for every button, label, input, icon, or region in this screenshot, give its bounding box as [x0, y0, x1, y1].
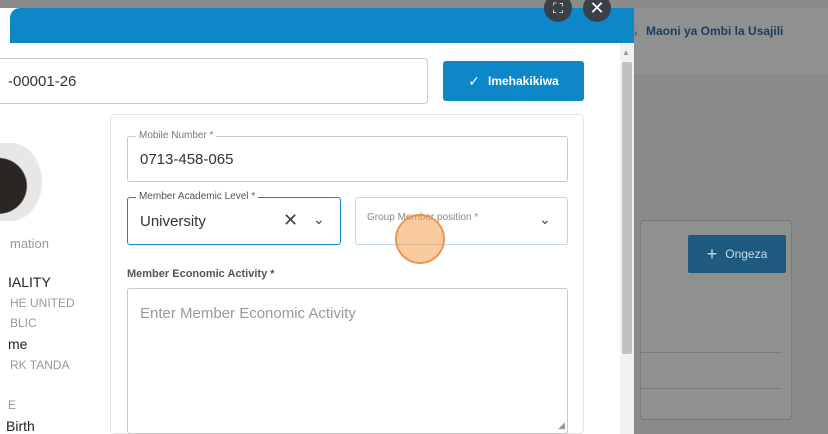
- close-icon: ✕: [589, 0, 605, 18]
- fullscreen-icon: ⛶: [553, 0, 563, 16]
- chevron-down-icon[interactable]: ⌄: [539, 211, 551, 228]
- mobile-number-field[interactable]: Mobile Number * 0713-458-065: [127, 130, 568, 182]
- nationality-value: HE UNITED: [10, 296, 75, 310]
- application-number-value: -00001-26: [8, 72, 77, 90]
- economic-activity-label: Member Economic Activity *: [127, 268, 275, 280]
- background-header: › Maoni ya Ombi la Usajili: [610, 8, 828, 74]
- background-divider: [640, 352, 782, 353]
- application-number-field[interactable]: -00001-26: [0, 58, 428, 104]
- mobile-number-value: 0713-458-065: [140, 151, 234, 168]
- academic-level-select[interactable]: Member Academic Level * University ✕ ⌄: [127, 191, 341, 245]
- name-label: me: [8, 336, 28, 352]
- add-button-label: Ongeza: [725, 247, 768, 261]
- plus-icon: +: [706, 243, 718, 264]
- resize-handle-icon[interactable]: ◢: [558, 420, 565, 431]
- clear-icon[interactable]: ✕: [283, 210, 298, 231]
- economic-activity-placeholder: Enter Member Economic Activity: [140, 305, 356, 322]
- background-header-title: Maoni ya Ombi la Usajili: [646, 24, 784, 38]
- academic-level-value: University: [140, 213, 206, 230]
- background-divider: [640, 388, 782, 389]
- chevron-right-icon: ›: [634, 28, 638, 39]
- verified-button-label: Imehakikiwa: [488, 74, 559, 88]
- dob-label: Birth: [6, 418, 35, 434]
- scroll-up-icon[interactable]: ▲: [622, 48, 630, 57]
- check-circle-icon: ✓: [468, 72, 480, 89]
- scrollbar-thumb[interactable]: [622, 62, 632, 354]
- section-heading: mation: [10, 236, 50, 251]
- modal-header: [10, 8, 634, 43]
- add-button[interactable]: + Ongeza: [688, 235, 786, 273]
- dob-marker: E: [8, 398, 17, 412]
- academic-level-label: Member Academic Level *: [136, 191, 259, 202]
- nationality-label: IALITY: [8, 274, 51, 290]
- mobile-number-label: Mobile Number *: [136, 130, 217, 141]
- click-indicator: [395, 214, 445, 264]
- verified-button[interactable]: ✓ Imehakikiwa: [443, 61, 584, 101]
- group-member-position-select[interactable]: Group Member position * ⌄: [355, 197, 568, 245]
- economic-activity-textarea[interactable]: Enter Member Economic Activity ◢: [127, 288, 568, 434]
- name-value: RK TANDA: [10, 358, 70, 372]
- chevron-down-icon[interactable]: ⌄: [313, 211, 325, 228]
- nationality-value-cont: BLIC: [10, 316, 37, 330]
